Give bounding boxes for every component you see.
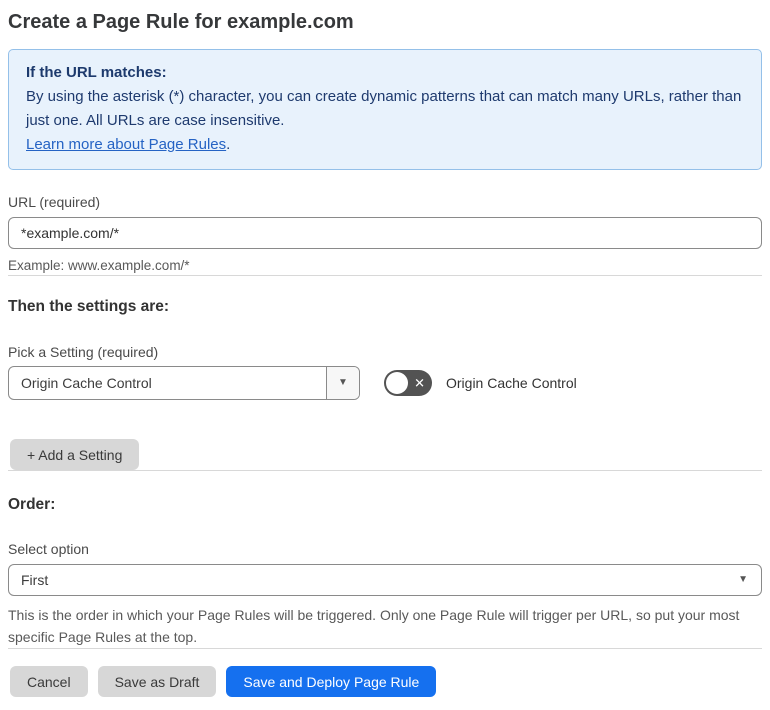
origin-cache-control-toggle[interactable]: ✕	[384, 370, 432, 396]
cancel-button[interactable]: Cancel	[10, 666, 88, 697]
url-example-text: Example: www.example.com/*	[8, 258, 190, 273]
order-heading: Order:	[8, 496, 56, 513]
toggle-label: Origin Cache Control	[446, 375, 577, 391]
order-help-text: This is the order in which your Page Rul…	[8, 607, 740, 645]
create-page-rule-form: Create a Page Rule for example.com If th…	[0, 0, 770, 697]
divider	[8, 648, 762, 649]
url-input[interactable]	[8, 217, 762, 249]
add-setting-button[interactable]: + Add a Setting	[10, 439, 140, 470]
page-title: Create a Page Rule for example.com	[8, 11, 354, 33]
footer-actions: Cancel Save as Draft Save and Deploy Pag…	[8, 666, 762, 697]
save-deploy-button[interactable]: Save and Deploy Page Rule	[226, 666, 437, 697]
caret-down-icon: ▼	[338, 377, 348, 388]
learn-more-link[interactable]: Learn more about Page Rules	[26, 136, 226, 153]
info-box-heading: If the URL matches:	[26, 64, 167, 81]
setting-select[interactable]: Origin Cache Control ▼	[8, 366, 360, 400]
pick-setting-label: Pick a Setting (required)	[8, 344, 159, 360]
divider	[8, 275, 762, 276]
order-select-value: First	[21, 572, 49, 588]
setting-select-caret-button[interactable]: ▼	[326, 367, 359, 399]
settings-section: Then the settings are: Pick a Setting (r…	[8, 297, 762, 470]
divider	[8, 470, 762, 471]
order-select[interactable]: First ▼	[8, 564, 762, 596]
save-draft-button[interactable]: Save as Draft	[97, 666, 217, 697]
setting-select-value: Origin Cache Control	[21, 375, 152, 391]
order-select-label: Select option	[8, 541, 89, 557]
link-suffix: .	[226, 136, 231, 153]
info-box-link-line: Learn more about Page Rules.	[26, 133, 745, 157]
url-field-group: URL (required) Example: www.example.com/…	[8, 193, 762, 275]
caret-down-icon: ▼	[738, 574, 748, 585]
url-field-label: URL (required)	[8, 194, 101, 210]
setting-row: Origin Cache Control ▼ ✕ Origin Cache Co…	[8, 366, 762, 400]
order-section: Order: Select option First ▼ This is the…	[8, 495, 762, 648]
info-box-body: By using the asterisk (*) character, you…	[26, 88, 742, 129]
toggle-knob	[386, 372, 408, 394]
toggle-off-x-icon: ✕	[414, 375, 425, 391]
settings-heading: Then the settings are:	[8, 298, 170, 315]
url-match-info-box: If the URL matches: By using the asteris…	[8, 49, 762, 170]
